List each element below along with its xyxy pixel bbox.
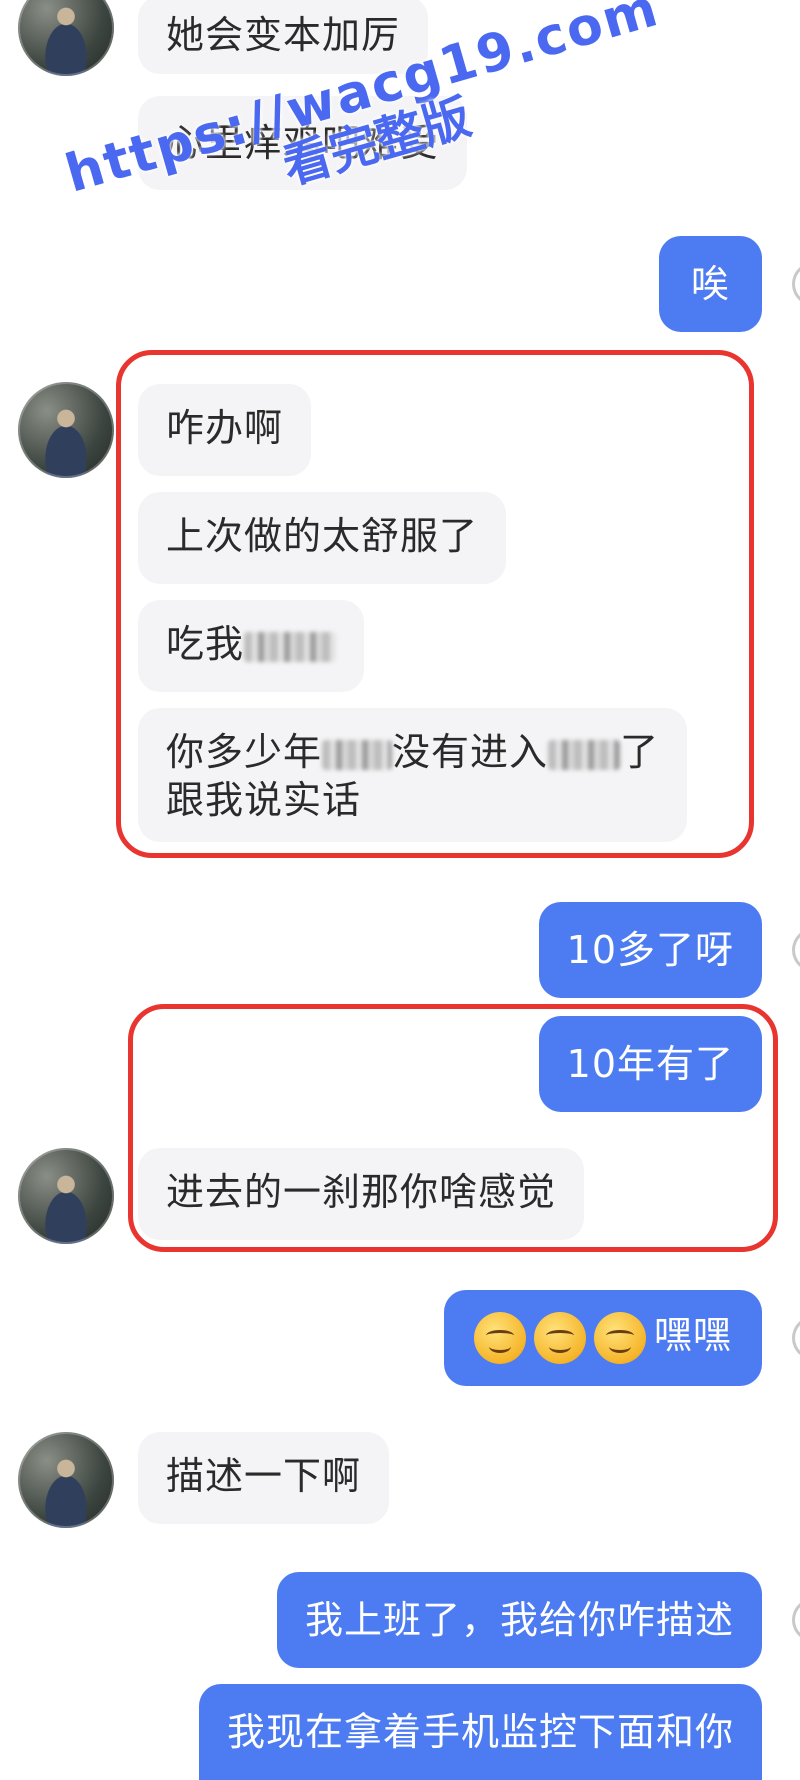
incoming-message: 你多少年 没有进入 了 跟我说实话 xyxy=(138,708,688,842)
incoming-message: 描述一下啊 xyxy=(138,1432,390,1524)
incoming-message: 上次做的太舒服了 xyxy=(138,492,507,584)
incoming-message: 咋办啊 xyxy=(138,384,312,476)
outgoing-message: 10年有了 xyxy=(538,1016,762,1112)
message-text: 我上班了，我给你咋描述 xyxy=(304,1598,734,1642)
message-text: 唉 xyxy=(690,262,730,306)
outgoing-message: 我现在拿着手机监控下面和你 xyxy=(198,1684,762,1780)
message-text: 10年有了 xyxy=(566,1042,734,1086)
contact-avatar[interactable] xyxy=(18,382,114,478)
outgoing-message: 我上班了，我给你咋描述 xyxy=(276,1572,762,1668)
outgoing-message: 10多了呀 xyxy=(538,902,762,998)
outgoing-message: 唉 xyxy=(658,236,762,332)
user-avatar-edge xyxy=(792,1316,800,1360)
redacted-text xyxy=(322,739,393,770)
message-text: 了 xyxy=(620,730,660,774)
message-text: 她会变本加厉 xyxy=(166,13,401,57)
smiling-face-emoji xyxy=(533,1311,586,1364)
message-text: 上次做的太舒服了 xyxy=(166,514,479,558)
message-text: 进去的一刹那你啥感觉 xyxy=(166,1170,557,1214)
smiling-face-emoji xyxy=(593,1311,646,1364)
smiling-face-emoji xyxy=(473,1311,526,1364)
message-text: 嘿嘿 xyxy=(653,1313,732,1357)
message-text: 咋办啊 xyxy=(166,406,284,450)
message-text: 吃我 xyxy=(166,622,245,666)
message-text: 跟我说实话 xyxy=(166,778,362,822)
contact-avatar[interactable] xyxy=(18,1148,114,1244)
message-text: 我现在拿着手机监控下面和你 xyxy=(226,1710,734,1754)
redacted-text xyxy=(548,739,621,770)
contact-avatar[interactable] xyxy=(18,1432,114,1528)
incoming-message: 吃我 xyxy=(138,600,365,692)
user-avatar-edge xyxy=(792,1598,800,1642)
message-text: 没有进入 xyxy=(392,730,549,774)
user-avatar-edge xyxy=(792,928,800,972)
message-text: 10多了呀 xyxy=(566,928,734,972)
contact-avatar[interactable] xyxy=(18,0,114,76)
incoming-message: 进去的一刹那你啥感觉 xyxy=(138,1148,585,1240)
redacted-text xyxy=(244,631,337,662)
user-avatar-edge xyxy=(792,262,800,306)
message-text: 你多少年 xyxy=(166,730,323,774)
outgoing-message: 嘿嘿 xyxy=(443,1290,762,1386)
message-text: 描述一下啊 xyxy=(166,1454,362,1498)
